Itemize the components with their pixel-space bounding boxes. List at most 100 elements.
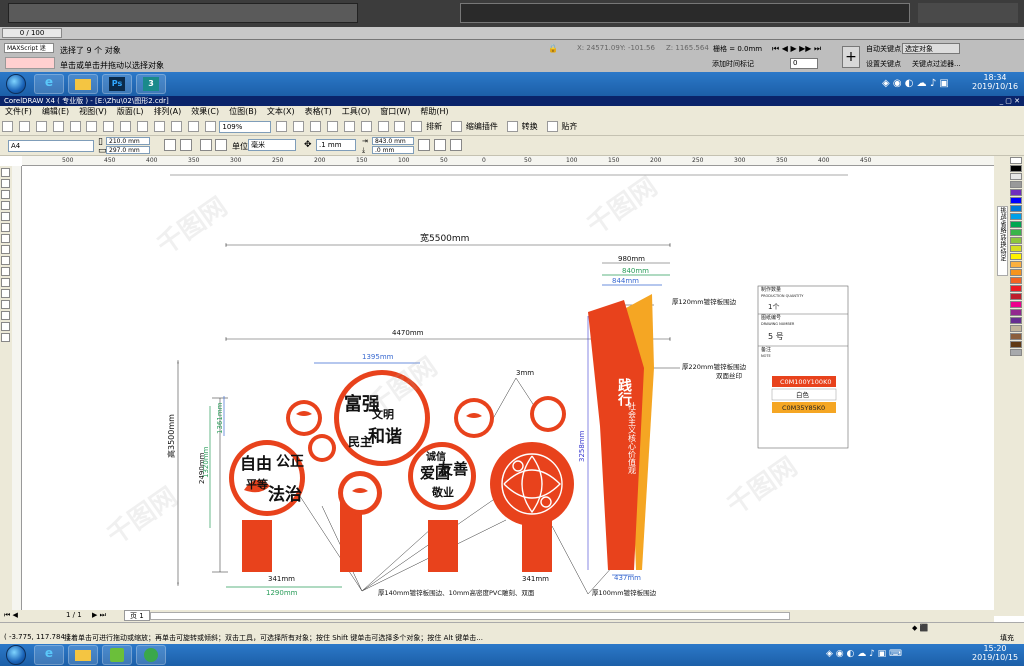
plugin-label-2[interactable]: 缩编插件 — [466, 118, 498, 136]
palette-swatch[interactable] — [1010, 213, 1022, 220]
coord-z[interactable]: Z: 1165.564 — [666, 44, 709, 52]
palette-swatch[interactable] — [1010, 317, 1022, 324]
maxscript-listener[interactable]: MAXScript 迷 — [4, 43, 54, 53]
time-slider-counter[interactable]: 0 / 100 — [2, 28, 62, 38]
auto-key-button[interactable]: 自动关键点 — [866, 44, 901, 54]
palette-swatch[interactable] — [1010, 237, 1022, 244]
zoom-selected-icon[interactable] — [310, 121, 321, 132]
plugin-label-3[interactable]: 转换 — [522, 118, 538, 136]
menu-item-6[interactable]: 位图(B) — [224, 106, 262, 118]
zoom-in-icon[interactable] — [276, 121, 288, 132]
zoom-tool-icon[interactable] — [1, 201, 10, 210]
selected-dropdown[interactable]: 选定对象 — [902, 43, 960, 54]
dup-x-field[interactable]: 843.0 mm — [372, 137, 414, 145]
lock-icon[interactable]: 🔒 — [548, 44, 558, 53]
pick-tool-icon[interactable] — [1, 168, 10, 177]
current-page-button[interactable] — [215, 139, 227, 151]
eyedropper-tool-icon[interactable] — [1, 300, 10, 309]
first-page-icon[interactable]: ⏮ ◀ — [4, 611, 18, 620]
launcher-icon[interactable] — [187, 121, 199, 132]
dup-y-field[interactable]: .0 mm — [372, 146, 414, 154]
interactive-fill-tool-icon[interactable] — [1, 333, 10, 342]
docker-tab[interactable]: 挑战/省略/转换/特定 — [997, 206, 1008, 276]
menu-item-3[interactable]: 版面(L) — [112, 106, 149, 118]
menu-item-0[interactable]: 文件(F) — [0, 106, 37, 118]
drawing-canvas[interactable]: 富强 民主 文明 和谐 自由 平等 公正 法治 爱国 敬业 诚信 友善 践行 社… — [22, 166, 994, 610]
tray-icons[interactable]: ◈ ◉ ◐ ☁ ♪ ▣ — [882, 78, 949, 89]
option-button-2[interactable] — [434, 139, 446, 151]
clock-bottom[interactable]: 15:20 2019/10/15 — [972, 644, 1018, 662]
outline-tool-icon[interactable] — [1, 311, 10, 320]
zoom-all-icon[interactable] — [326, 121, 338, 132]
cut-icon[interactable] — [69, 121, 81, 132]
plugin-icon-3[interactable] — [506, 121, 518, 132]
coord-x[interactable]: X: 24571.09 — [577, 44, 620, 52]
add-time-tag-button[interactable]: 添加时间标记 — [712, 59, 754, 69]
copy-icon[interactable] — [86, 121, 98, 132]
menu-item-2[interactable]: 视图(V) — [74, 106, 112, 118]
palette-swatch[interactable] — [1010, 349, 1022, 356]
plugin-icon-1[interactable] — [411, 121, 423, 132]
palette-swatch[interactable] — [1010, 309, 1022, 316]
menu-item-11[interactable]: 帮助(H) — [415, 106, 453, 118]
palette-swatch[interactable] — [1010, 173, 1022, 180]
palette-swatch[interactable] — [1010, 325, 1022, 332]
print-icon[interactable] — [52, 121, 64, 132]
landscape-button[interactable] — [180, 139, 192, 151]
page-tab[interactable]: 页 1 — [124, 610, 150, 621]
max-timeline[interactable]: 0 / 100 — [0, 27, 1024, 40]
zoom-out-icon[interactable] — [293, 121, 305, 132]
window-controls[interactable]: _ ▢ ✕ — [1000, 96, 1020, 106]
ie-icon-bottom[interactable]: e — [34, 645, 64, 665]
polygon-tool-icon[interactable] — [1, 256, 10, 265]
menu-item-5[interactable]: 效果(C) — [186, 106, 224, 118]
tray-icons-bottom[interactable]: ◈ ◉ ◐ ☁ ♪ ▣ ⌨ — [826, 649, 902, 659]
palette-swatch[interactable] — [1010, 245, 1022, 252]
palette-swatch[interactable] — [1010, 197, 1022, 204]
shape-tool-icon[interactable] — [1, 179, 10, 188]
save-icon[interactable] — [35, 121, 47, 132]
palette-swatch[interactable] — [1010, 333, 1022, 340]
set-key-icon[interactable]: + — [842, 46, 860, 68]
palette-swatch[interactable] — [1010, 261, 1022, 268]
menu-item-7[interactable]: 文本(X) — [262, 106, 300, 118]
table-tool-icon[interactable] — [1, 278, 10, 287]
text-tool-icon[interactable] — [1, 267, 10, 276]
menu-item-8[interactable]: 表格(T) — [300, 106, 337, 118]
page-size-dropdown[interactable]: A4 — [8, 140, 94, 152]
playback-controls[interactable]: ⏮ ◀ ▶ ▶▶ ⏭ — [772, 44, 821, 54]
option-button-1[interactable] — [418, 139, 430, 151]
key-filter-button[interactable]: 关键点过滤器... — [912, 59, 961, 69]
palette-swatch[interactable] — [1010, 269, 1022, 276]
set-key-button[interactable]: 设置关键点 — [866, 59, 901, 69]
palette-swatch[interactable] — [1010, 285, 1022, 292]
palette-swatch[interactable] — [1010, 301, 1022, 308]
h-scrollbar[interactable] — [150, 612, 790, 620]
export-icon[interactable] — [170, 121, 182, 132]
ellipse-tool-icon[interactable] — [1, 245, 10, 254]
zoom-height-icon[interactable] — [377, 121, 389, 132]
ie-icon[interactable]: e — [34, 74, 64, 94]
palette-swatch[interactable] — [1010, 253, 1022, 260]
explorer-icon-bottom[interactable] — [68, 645, 98, 665]
explorer-icon[interactable] — [68, 74, 98, 94]
page-height-field[interactable]: 297.0 mm — [106, 146, 150, 154]
palette-swatch[interactable] — [1010, 293, 1022, 300]
photoshop-icon[interactable]: Ps — [102, 74, 132, 94]
paste-icon[interactable] — [103, 121, 115, 132]
portrait-button[interactable] — [164, 139, 176, 151]
page-width-field[interactable]: 210.0 mm — [106, 137, 150, 145]
vertical-ruler[interactable] — [12, 166, 22, 610]
undo-icon[interactable] — [120, 121, 132, 132]
app-icon-bottom[interactable] — [102, 645, 132, 665]
zoom-width-icon[interactable] — [360, 121, 372, 132]
zoom-dropdown[interactable]: 109% — [219, 121, 272, 133]
palette-swatch[interactable] — [1010, 157, 1022, 164]
option-button-3[interactable] — [450, 139, 462, 151]
coreldraw-icon-bottom[interactable] — [136, 645, 166, 665]
plugin-label-4[interactable]: 贴齐 — [561, 118, 577, 136]
palette-swatch[interactable] — [1010, 165, 1022, 172]
palette-swatch[interactable] — [1010, 229, 1022, 236]
menu-item-1[interactable]: 编辑(E) — [37, 106, 74, 118]
smart-fill-tool-icon[interactable] — [1, 223, 10, 232]
